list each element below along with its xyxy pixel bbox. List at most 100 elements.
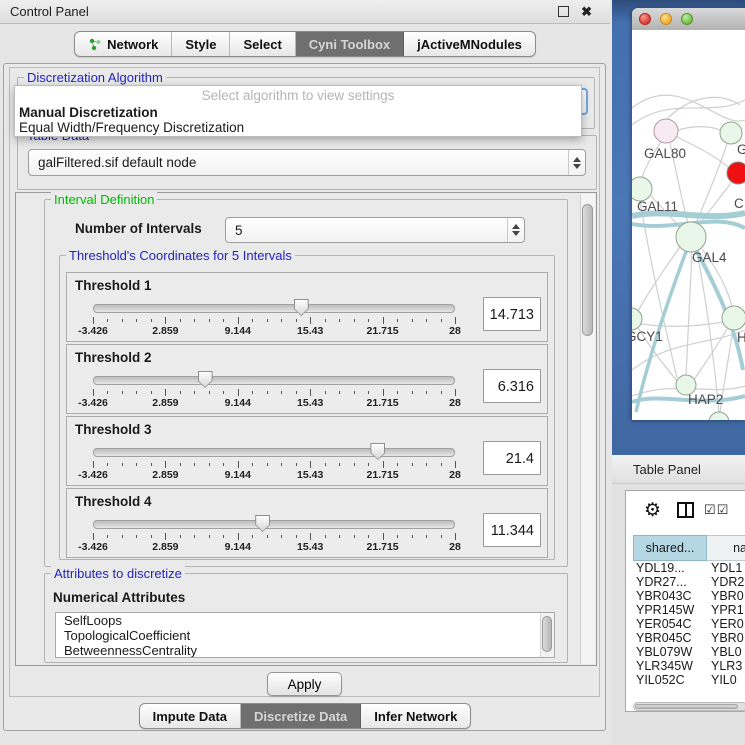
threshold-2-value[interactable]: 6.316 [483, 369, 541, 403]
attributes-group: Attributes to discretize Numerical Attri… [44, 573, 568, 663]
tab-discretize-data[interactable]: Discretize Data [241, 704, 361, 728]
table-cell[interactable]: YIL052C [633, 673, 708, 687]
slider-scale-label: 15.43 [297, 469, 323, 481]
table-cell[interactable]: YPR1 [708, 603, 745, 617]
split-columns-icon[interactable] [677, 502, 694, 518]
slider-scale-label: 9.144 [225, 397, 251, 409]
table-cell[interactable]: YBR0 [708, 589, 745, 603]
number-of-intervals-combobox[interactable]: 5 [225, 217, 525, 243]
threshold-1-slider[interactable] [93, 304, 455, 313]
minimize-traffic-light-icon[interactable] [660, 13, 672, 25]
table-cell[interactable]: YPR145W [633, 603, 708, 617]
table-row[interactable]: YBR043CYBR0 [633, 589, 745, 603]
settings-scrollbar[interactable] [580, 194, 595, 664]
threshold-2-slider[interactable] [93, 376, 455, 385]
table-cell[interactable]: YLR345W [633, 659, 708, 673]
table-cell[interactable]: YLR3 [708, 659, 745, 673]
tab-cyni-toolbox[interactable]: Cyni Toolbox [296, 32, 404, 56]
gear-icon[interactable]: ⚙ [644, 501, 661, 520]
thresholds-group: Threshold's Coordinates for 5 Intervals … [59, 255, 555, 560]
table-row[interactable]: YBR045CYBR0 [633, 631, 745, 645]
table-cell[interactable]: YBL0 [708, 645, 745, 659]
zoom-traffic-light-icon[interactable] [681, 13, 693, 25]
column-header-shared-name[interactable]: shared... [633, 535, 707, 561]
slider-thumb[interactable] [198, 371, 213, 388]
table-cell[interactable]: YIL0 [708, 673, 745, 687]
combobox-spinner-icon[interactable] [507, 218, 524, 242]
attribute-item[interactable]: TopologicalCoefficient [56, 628, 554, 643]
attributes-scrollbar[interactable] [540, 613, 554, 657]
attribute-item[interactable]: BetweennessCentrality [56, 643, 554, 658]
tab-select[interactable]: Select [230, 32, 295, 56]
apply-button[interactable]: Apply [267, 672, 343, 696]
attributes-group-title: Attributes to discretize [51, 566, 185, 581]
numerical-attributes-list[interactable]: SelfLoopsTopologicalCoefficientBetweenne… [55, 612, 555, 658]
slider-scale-label: -3.426 [78, 541, 108, 553]
slider-thumb[interactable] [370, 443, 385, 460]
numerical-attributes-label: Numerical Attributes [53, 590, 185, 605]
threshold-1-box: Threshold 1 -3.4262.8599.14415.4321.7152… [66, 272, 548, 342]
tab-infer-network[interactable]: Infer Network [361, 704, 470, 728]
node-label-gal80: GAL80 [644, 146, 686, 161]
table-cell[interactable]: YDL19... [633, 561, 708, 575]
slider-scale-label: 9.144 [225, 541, 251, 553]
column-header-name[interactable]: na [707, 535, 745, 561]
table-data-combobox[interactable]: galFiltered.sif default node [28, 149, 586, 176]
slider-scale-label: 15.43 [297, 541, 323, 553]
node-gal80 [654, 119, 678, 143]
combobox-spinner-icon[interactable] [568, 150, 585, 175]
tab-jactivemnodules[interactable]: jActiveMNodules [404, 32, 535, 56]
dropdown-option-equal-width[interactable]: Equal Width/Frequency Discretization [15, 120, 581, 135]
slider-scale-label: 21.715 [367, 541, 399, 553]
node-label-hap2: HAP2 [688, 392, 723, 407]
slider-scale-label: 28 [449, 397, 461, 409]
node-gal4 [676, 222, 706, 252]
network-canvas[interactable]: GAL80 GA C GAL11 GAL4 GCY1 H HAP2 [632, 30, 745, 420]
checkbox-icons[interactable]: ☑☑ [704, 502, 729, 518]
tab-style[interactable]: Style [172, 32, 230, 56]
table-panel-title: Table Panel [633, 462, 701, 477]
table-row[interactable]: YBL079WYBL0 [633, 645, 745, 659]
threshold-3-value[interactable]: 21.4 [483, 441, 541, 475]
tab-network[interactable]: Network [75, 32, 172, 56]
network-view-frame: GAL80 GA C GAL11 GAL4 GCY1 H HAP2 [612, 0, 745, 455]
slider-thumb[interactable] [294, 299, 309, 316]
tab-impute-data[interactable]: Impute Data [140, 704, 241, 728]
thresholds-group-title: Threshold's Coordinates for 5 Intervals [66, 248, 295, 263]
slider-scale-label: 2.859 [152, 541, 178, 553]
slider-scale-label: 28 [449, 325, 461, 337]
table-cell[interactable]: YER0 [708, 617, 745, 631]
close-icon[interactable]: ✖ [581, 5, 592, 18]
table-cell[interactable]: YER054C [633, 617, 708, 631]
table-cell[interactable]: YBR0 [708, 631, 745, 645]
table-cell[interactable]: YBR045C [633, 631, 708, 645]
network-window-titlebar [632, 8, 745, 31]
threshold-4-slider[interactable] [93, 520, 455, 529]
threshold-1-value[interactable]: 14.713 [483, 297, 541, 331]
table-row[interactable]: YPR145WYPR1 [633, 603, 745, 617]
slider-scale-label: 9.144 [225, 325, 251, 337]
table-cell[interactable]: YDR2 [708, 575, 745, 589]
table-row[interactable]: YER054CYER0 [633, 617, 745, 631]
table-row[interactable]: YLR345WYLR3 [633, 659, 745, 673]
slider-scale-label: 2.859 [152, 325, 178, 337]
table-row[interactable]: YDL19...YDL1 [633, 561, 745, 575]
node-table[interactable]: shared... na YDL19...YDL1YDR27...YDR2YBR… [633, 535, 745, 689]
table-toolbar: ⚙ ☑☑ [626, 491, 745, 529]
table-hscrollbar[interactable] [633, 702, 745, 711]
slider-scale-label: 15.43 [297, 397, 323, 409]
table-cell[interactable]: YBR043C [633, 589, 708, 603]
table-cell[interactable]: YBL079W [633, 645, 708, 659]
float-window-icon[interactable] [558, 6, 569, 17]
threshold-3-slider[interactable] [93, 448, 455, 457]
close-traffic-light-icon[interactable] [639, 13, 651, 25]
attribute-item[interactable]: SelfLoops [56, 613, 554, 628]
table-cell[interactable]: YDR27... [633, 575, 708, 589]
table-cell[interactable]: YDL1 [708, 561, 745, 575]
slider-scale-label: 28 [449, 469, 461, 481]
dropdown-option-manual[interactable]: Manual Discretization [15, 105, 581, 120]
table-row[interactable]: YIL052CYIL0 [633, 673, 745, 687]
slider-thumb[interactable] [255, 515, 270, 532]
threshold-4-value[interactable]: 11.344 [483, 513, 541, 547]
table-row[interactable]: YDR27...YDR2 [633, 575, 745, 589]
